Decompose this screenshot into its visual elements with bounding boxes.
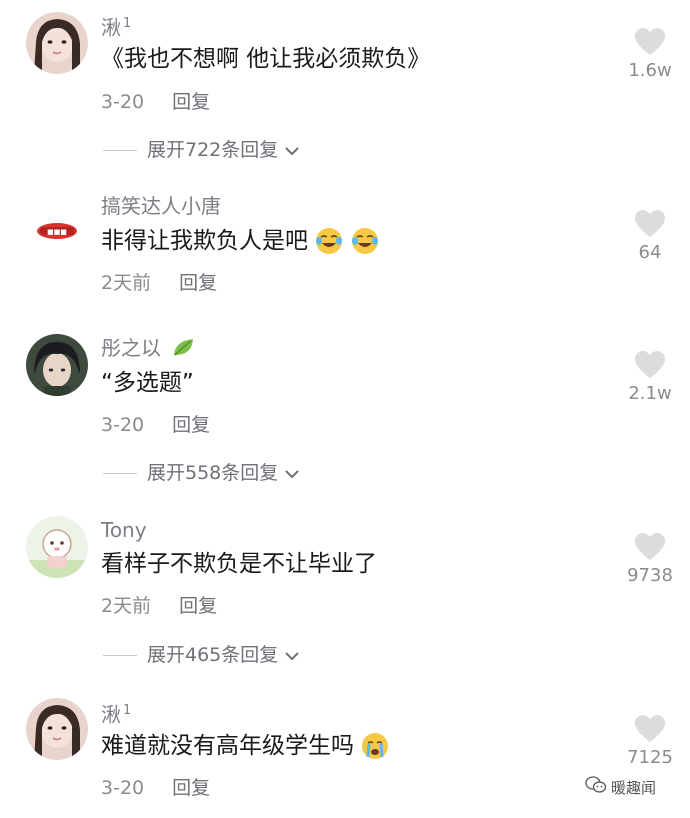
like-button[interactable]: 7125: [620, 715, 680, 769]
comment-time: 3-20: [101, 414, 145, 436]
crying-emoji: [360, 731, 390, 761]
username-text: 湫: [101, 702, 121, 727]
laugh-cry-emoji: [314, 226, 344, 256]
expand-replies-button[interactable]: 展开558条回复: [103, 461, 300, 485]
avatar[interactable]: [26, 698, 88, 760]
username[interactable]: 搞笑达人小唐: [101, 194, 221, 218]
comment-time: 3-20: [101, 777, 145, 799]
comment-time: 3-20: [101, 91, 145, 113]
expand-replies-label: 展开558条回复: [147, 462, 279, 484]
expand-replies-button[interactable]: 展开722条回复: [103, 138, 300, 162]
like-button[interactable]: 9738: [620, 533, 680, 587]
heart-icon: [620, 351, 680, 379]
like-button[interactable]: 1.6w: [620, 28, 680, 82]
chevron-down-icon: [284, 461, 300, 485]
like-count: 2.1w: [628, 383, 672, 404]
comment-meta: 2天前 回复: [101, 594, 217, 618]
comment-text-body: 《我也不想啊 他让我必须欺负》: [101, 46, 431, 72]
comment-meta: 2天前 回复: [101, 271, 217, 295]
wechat-icon: [585, 776, 611, 798]
like-count: 9738: [627, 565, 673, 586]
comment-meta: 3-20 回复: [101, 90, 210, 114]
like-button[interactable]: 2.1w: [620, 351, 680, 405]
expand-replies-button[interactable]: 展开465条回复: [103, 643, 300, 667]
comment-text: “多选题”: [101, 368, 194, 398]
watermark: 暖趣闻: [585, 776, 656, 798]
like-count: 1.6w: [628, 60, 672, 81]
comment-text-body: “多选题”: [101, 370, 194, 396]
laugh-cry-emoji: [350, 226, 380, 256]
username[interactable]: 彤之以: [101, 336, 197, 363]
like-button[interactable]: 64: [620, 210, 680, 264]
reply-button[interactable]: 回复: [179, 272, 217, 294]
comment-list: 湫1 《我也不想啊 他让我必须欺负》 3-20回复 展开722条回复 1.6w: [0, 0, 690, 818]
username-text: 湫: [101, 15, 121, 40]
watermark-label: 暖趣闻: [611, 778, 657, 797]
svg-text:■■■: ■■■: [47, 228, 67, 236]
avatar[interactable]: [26, 516, 88, 578]
username[interactable]: 湫1: [101, 699, 131, 727]
comment-text: 非得让我欺负人是吧: [101, 226, 380, 256]
like-count: 64: [638, 242, 662, 263]
comment-meta: 3-20 回复: [101, 413, 210, 437]
comment-time: 2天前: [101, 595, 152, 617]
avatar[interactable]: [26, 334, 88, 396]
reply-button[interactable]: 回复: [172, 414, 210, 436]
username-text: Tony: [101, 518, 147, 542]
username[interactable]: Tony: [101, 518, 147, 542]
divider-line: [103, 654, 137, 656]
username-text: 搞笑达人小唐: [101, 194, 221, 218]
chevron-down-icon: [284, 643, 300, 667]
expand-replies-label: 展开465条回复: [147, 644, 279, 666]
avatar[interactable]: [26, 12, 88, 74]
comment-text: 难道就没有高年级学生吗: [101, 731, 390, 761]
user-badge: 1: [123, 703, 132, 718]
comment-text-body: 难道就没有高年级学生吗: [101, 733, 354, 759]
comment-meta: 3-20 回复: [101, 776, 210, 800]
expand-replies-label: 展开722条回复: [147, 139, 279, 161]
comment-text-body: 非得让我欺负人是吧: [101, 228, 308, 254]
heart-icon: [620, 210, 680, 238]
comment-text: 看样子不欺负是不让毕业了: [101, 549, 377, 579]
avatar[interactable]: ■■■: [26, 200, 88, 262]
leaf-icon: [171, 336, 197, 363]
heart-icon: [620, 28, 680, 56]
comment-text: 《我也不想啊 他让我必须欺负》: [101, 44, 430, 74]
comment-text-body: 看样子不欺负是不让毕业了: [101, 551, 377, 577]
heart-icon: [620, 715, 680, 743]
divider-line: [103, 149, 137, 151]
divider-line: [103, 472, 137, 474]
comment-time: 2天前: [101, 272, 152, 294]
reply-button[interactable]: 回复: [172, 777, 210, 799]
reply-button[interactable]: 回复: [179, 595, 217, 617]
username[interactable]: 湫1: [101, 12, 131, 40]
reply-button[interactable]: 回复: [172, 91, 210, 113]
chevron-down-icon: [284, 138, 300, 162]
user-badge: 1: [123, 16, 132, 31]
like-count: 7125: [627, 747, 673, 768]
heart-icon: [620, 533, 680, 561]
username-text: 彤之以: [101, 336, 161, 360]
